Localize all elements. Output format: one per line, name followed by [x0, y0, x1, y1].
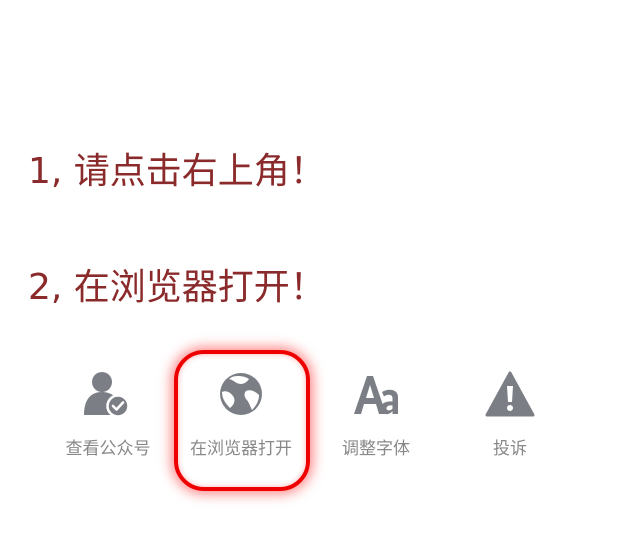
menu-item-label: 在浏览器打开: [190, 439, 292, 459]
glyph-small-a: [381, 389, 398, 415]
warning-exclamation-dot: [507, 405, 513, 411]
instruction-step-1: 1, 请点击右上角！: [28, 151, 326, 192]
user-head: [92, 372, 112, 392]
user-check-icon: [84, 372, 130, 418]
menu-item-label: 调整字体: [342, 439, 410, 459]
menu-item-label: 投诉: [493, 439, 527, 459]
menu-item-report[interactable]: 投诉: [440, 370, 580, 470]
globe-icon: [220, 373, 262, 415]
menu-item-label: 查看公众号: [65, 439, 151, 459]
warning-icon: [485, 371, 535, 417]
menu-item-view-official-account[interactable]: 查看公众号: [38, 370, 178, 470]
font-size-icon: [354, 376, 398, 415]
menu-item-adjust-font[interactable]: 调整字体: [306, 370, 446, 470]
share-menu: 查看公众号 在浏览器打开 调整字体 投诉: [0, 350, 622, 490]
menu-item-open-in-browser[interactable]: 在浏览器打开: [171, 370, 311, 470]
warning-exclamation-bar: [507, 386, 513, 402]
instruction-step-2: 2, 在浏览器打开！: [28, 267, 326, 308]
